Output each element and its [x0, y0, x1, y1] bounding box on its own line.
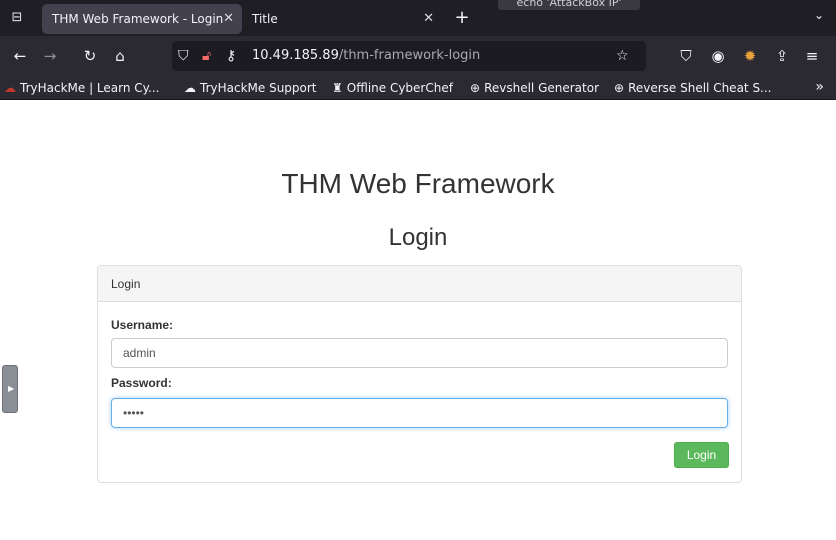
bookmark-item[interactable]: ☁ TryHackMe | Learn Cy...: [4, 80, 160, 96]
tab-label: Title: [252, 12, 278, 26]
username-field[interactable]: admin: [111, 338, 728, 368]
navigation-bar: ← → ↻ ⌂ ⛉ 🔓︎ ⚷ 10.49.185.89/thm-framewor…: [0, 36, 836, 76]
tab-inactive[interactable]: Title ✕: [242, 4, 442, 34]
url-text[interactable]: 10.49.185.89/thm-framework-login: [252, 47, 480, 65]
tab-list-icon[interactable]: ⊟: [8, 9, 26, 27]
thm-icon: ☁: [4, 81, 16, 95]
reload-icon[interactable]: ↻: [80, 46, 100, 66]
bookmarks-bar: ☁ TryHackMe | Learn Cy... ☁ TryHackMe Supp…: [0, 76, 836, 100]
bookmark-label: TryHackMe | Learn Cy...: [20, 81, 160, 95]
back-icon[interactable]: ←: [10, 46, 30, 66]
bookmark-item[interactable]: ⊕ Reverse Shell Cheat S...: [614, 80, 772, 96]
expand-arrow-icon: ▶: [8, 384, 15, 393]
login-panel: Login Username: admin Password: ••••• Lo…: [97, 265, 742, 483]
url-host: 10.49.185.89: [252, 48, 339, 63]
bookmark-label: Revshell Generator: [484, 81, 600, 95]
pocket-icon[interactable]: ⛉: [676, 46, 696, 66]
globe-icon: ⊕: [614, 81, 625, 95]
site-title: THM Web Framework: [281, 168, 555, 199]
account-icon[interactable]: ◉: [708, 46, 728, 66]
login-button[interactable]: Login: [674, 442, 729, 468]
home-icon[interactable]: ⌂: [110, 46, 130, 66]
menu-icon[interactable]: ≡: [802, 46, 822, 66]
insecure-lock-icon[interactable]: 🔓︎: [202, 47, 211, 65]
bookmark-item[interactable]: ⊕ Revshell Generator: [470, 80, 599, 96]
tooltip: echo 'AttackBox IP': [498, 0, 640, 10]
chef-icon: ♜: [332, 81, 343, 95]
tab-active[interactable]: THM Web Framework - Login ✕: [42, 4, 242, 34]
close-icon[interactable]: ✕: [423, 4, 434, 34]
tab-bar: ⊟ THM Web Framework - Login ✕ Title ✕ + …: [0, 0, 836, 36]
bookmark-label: Offline CyberChef: [346, 81, 453, 95]
extension-icon[interactable]: ✹: [740, 46, 760, 66]
tab-label: THM Web Framework - Login: [52, 12, 224, 26]
chevron-down-icon[interactable]: ⌄: [814, 8, 824, 22]
bookmark-label: Reverse Shell Cheat S...: [628, 81, 772, 95]
new-tab-button[interactable]: +: [452, 6, 472, 30]
side-panel-handle[interactable]: ▶: [2, 365, 18, 413]
bookmark-label: TryHackMe Support: [200, 81, 317, 95]
key-icon[interactable]: ⚷: [226, 47, 236, 65]
username-label: Username:: [111, 318, 174, 332]
bookmark-star-icon[interactable]: ☆: [616, 47, 629, 65]
shield-icon[interactable]: ⛉: [178, 47, 189, 65]
url-bar[interactable]: ⛉ 🔓︎ ⚷ 10.49.185.89/thm-framework-login …: [172, 41, 646, 71]
password-field[interactable]: •••••: [111, 398, 728, 428]
globe-icon: ⊕: [470, 81, 481, 95]
close-icon[interactable]: ✕: [223, 4, 234, 34]
url-path: /thm-framework-login: [338, 48, 481, 63]
share-icon[interactable]: ⇪: [772, 46, 792, 66]
support-icon: ☁: [184, 81, 196, 95]
more-bookmarks-icon[interactable]: »: [815, 79, 824, 95]
panel-heading: Login: [98, 266, 741, 302]
forward-icon[interactable]: →: [40, 46, 60, 66]
bookmark-item[interactable]: ☁ TryHackMe Support: [184, 80, 317, 96]
password-label: Password:: [111, 376, 172, 390]
bookmark-item[interactable]: ♜ Offline CyberChef: [332, 80, 453, 96]
page-content: THM Web Framework Login Login Username: …: [0, 100, 836, 540]
page-title: Login: [388, 224, 448, 251]
